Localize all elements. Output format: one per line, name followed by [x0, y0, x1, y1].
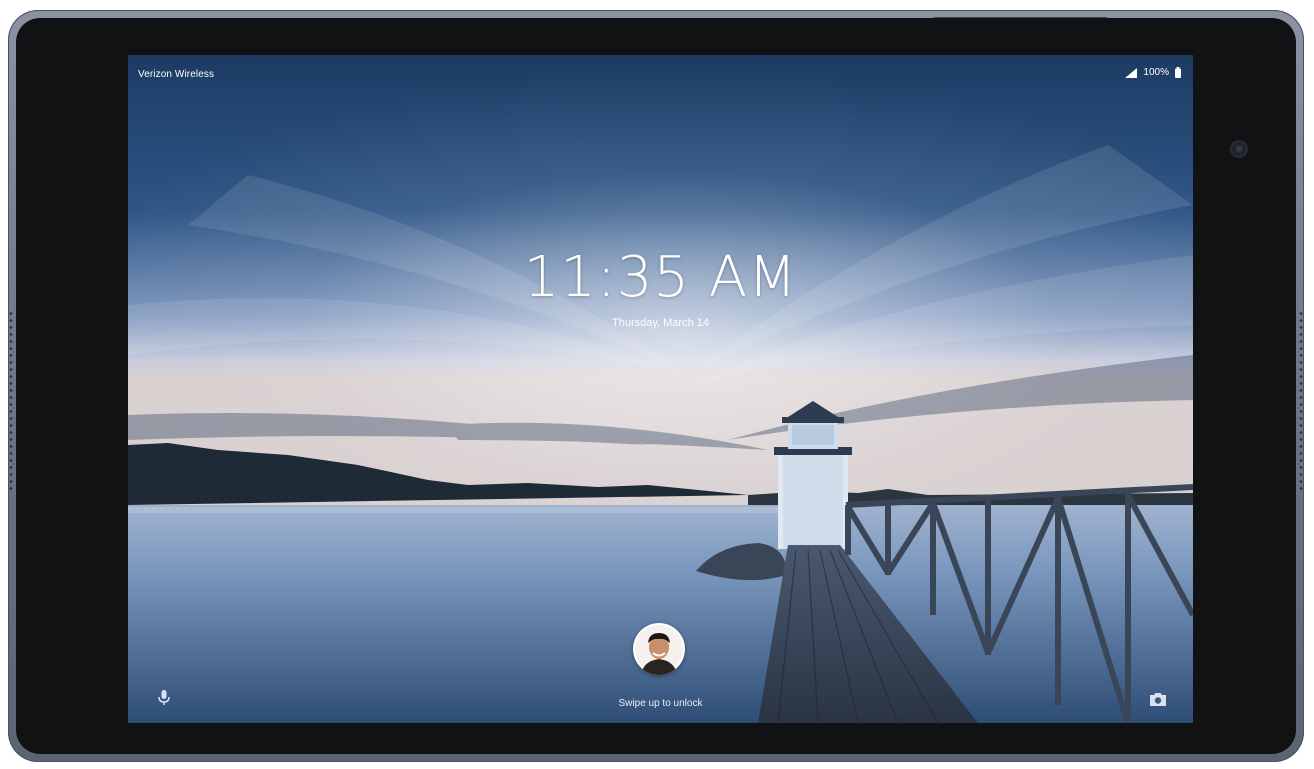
status-icons: 100% [1125, 67, 1181, 78]
lockscreen-date: Thursday, March 14 [611, 317, 709, 329]
user-avatar-icon [635, 625, 683, 675]
front-camera-lens [1230, 140, 1248, 158]
battery-icon [1175, 67, 1181, 78]
user-avatar[interactable] [633, 623, 685, 675]
carrier-name: Verizon Wireless [138, 69, 215, 80]
left-speaker-grille [9, 310, 13, 490]
right-speaker-grille [1299, 310, 1303, 490]
signal-icon [1125, 67, 1138, 78]
swipe-up-hint: Swipe up to unlock [618, 698, 703, 709]
lock-screen[interactable]: Verizon Wireless 100% 11:35 AM Thursday,… [128, 55, 1193, 723]
status-bar: Verizon Wireless 100% [128, 55, 1193, 91]
microphone-icon[interactable] [156, 689, 172, 707]
lockscreen-clock: 11:35 AM [523, 245, 798, 310]
camera-icon[interactable] [1149, 691, 1167, 707]
battery-percentage: 100% [1143, 67, 1169, 78]
